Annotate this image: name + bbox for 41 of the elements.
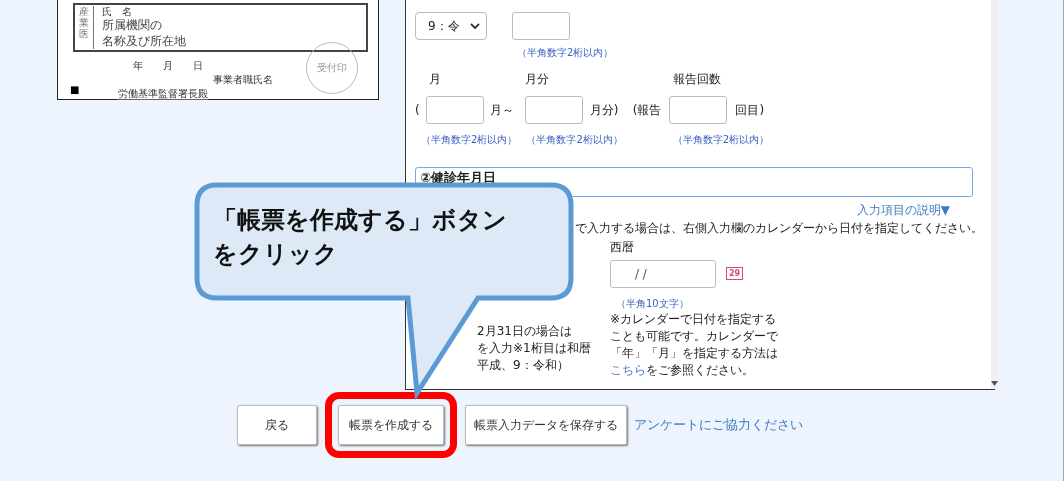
field-suffix: 回目) bbox=[735, 101, 766, 119]
name-label: 氏 名 bbox=[102, 6, 133, 17]
calendar-note: ※カレンダーで日付を指定することも可能です。カレンダーで「年」「月」を指定する方法は こちら をご参照ください。 bbox=[610, 311, 779, 379]
era-note: 2月31日の場合は を入力※1桁目は和暦 平成、9：令和） bbox=[477, 323, 591, 374]
date-input[interactable]: / / bbox=[610, 260, 716, 288]
field-label: 月 bbox=[427, 71, 442, 88]
form-button[interactable]: 戻る bbox=[237, 405, 317, 445]
era-select[interactable]: 9：令 bbox=[415, 12, 487, 40]
instruction-text: で入力する場合は、右側入力欄のカレンダーから日付を指定してください。 bbox=[575, 220, 983, 237]
square-mark: ■ bbox=[70, 84, 80, 95]
input-hint: （半角数字2桁以内） bbox=[421, 134, 518, 145]
chevron-down-icon bbox=[470, 22, 480, 30]
field-suffix: 月分) bbox=[589, 101, 620, 119]
input-hint: （半角数字2桁以内） bbox=[672, 134, 770, 145]
year-input[interactable] bbox=[512, 12, 570, 40]
help-link[interactable]: 入力項目の説明▼ bbox=[856, 202, 950, 219]
date-label: 年 月 日 bbox=[133, 60, 203, 72]
input-hint: （半角10文字） bbox=[616, 298, 689, 309]
addressee: 労働基準監督署長殿 bbox=[118, 88, 208, 101]
side-label: 産業医 bbox=[75, 6, 94, 50]
field-label: 報告回数 bbox=[672, 71, 723, 88]
field-prefix: (報告 bbox=[632, 101, 663, 119]
org-label: 所属機関の 名称及び所在地 bbox=[102, 18, 186, 50]
number-input[interactable] bbox=[669, 96, 728, 124]
callout-text: 「帳票を作成する」ボタン をクリック bbox=[213, 205, 507, 270]
survey-link[interactable]: アンケートにご協力ください bbox=[634, 416, 803, 434]
input-hint: （半角数字2桁以内） bbox=[517, 47, 614, 58]
reference-link[interactable]: こちら bbox=[610, 363, 646, 377]
form-button[interactable]: 帳票を作成する bbox=[338, 405, 444, 445]
date-label: 西暦 bbox=[610, 240, 634, 254]
field-label: 月分 bbox=[524, 71, 550, 88]
section-title: ②健診年月日 bbox=[420, 169, 496, 187]
number-input[interactable] bbox=[524, 96, 583, 124]
number-input[interactable] bbox=[425, 96, 484, 124]
scroll-down-icon bbox=[991, 381, 998, 386]
form-button[interactable]: 帳票入力データを保存する bbox=[465, 405, 627, 445]
field-suffix: 月～ bbox=[490, 101, 516, 119]
input-hint: （半角数字2桁以内） bbox=[526, 134, 623, 145]
employer-label: 事業者職氏名 bbox=[213, 74, 273, 86]
field-prefix: ( bbox=[415, 103, 421, 117]
calendar-icon[interactable]: 29 bbox=[726, 267, 744, 280]
